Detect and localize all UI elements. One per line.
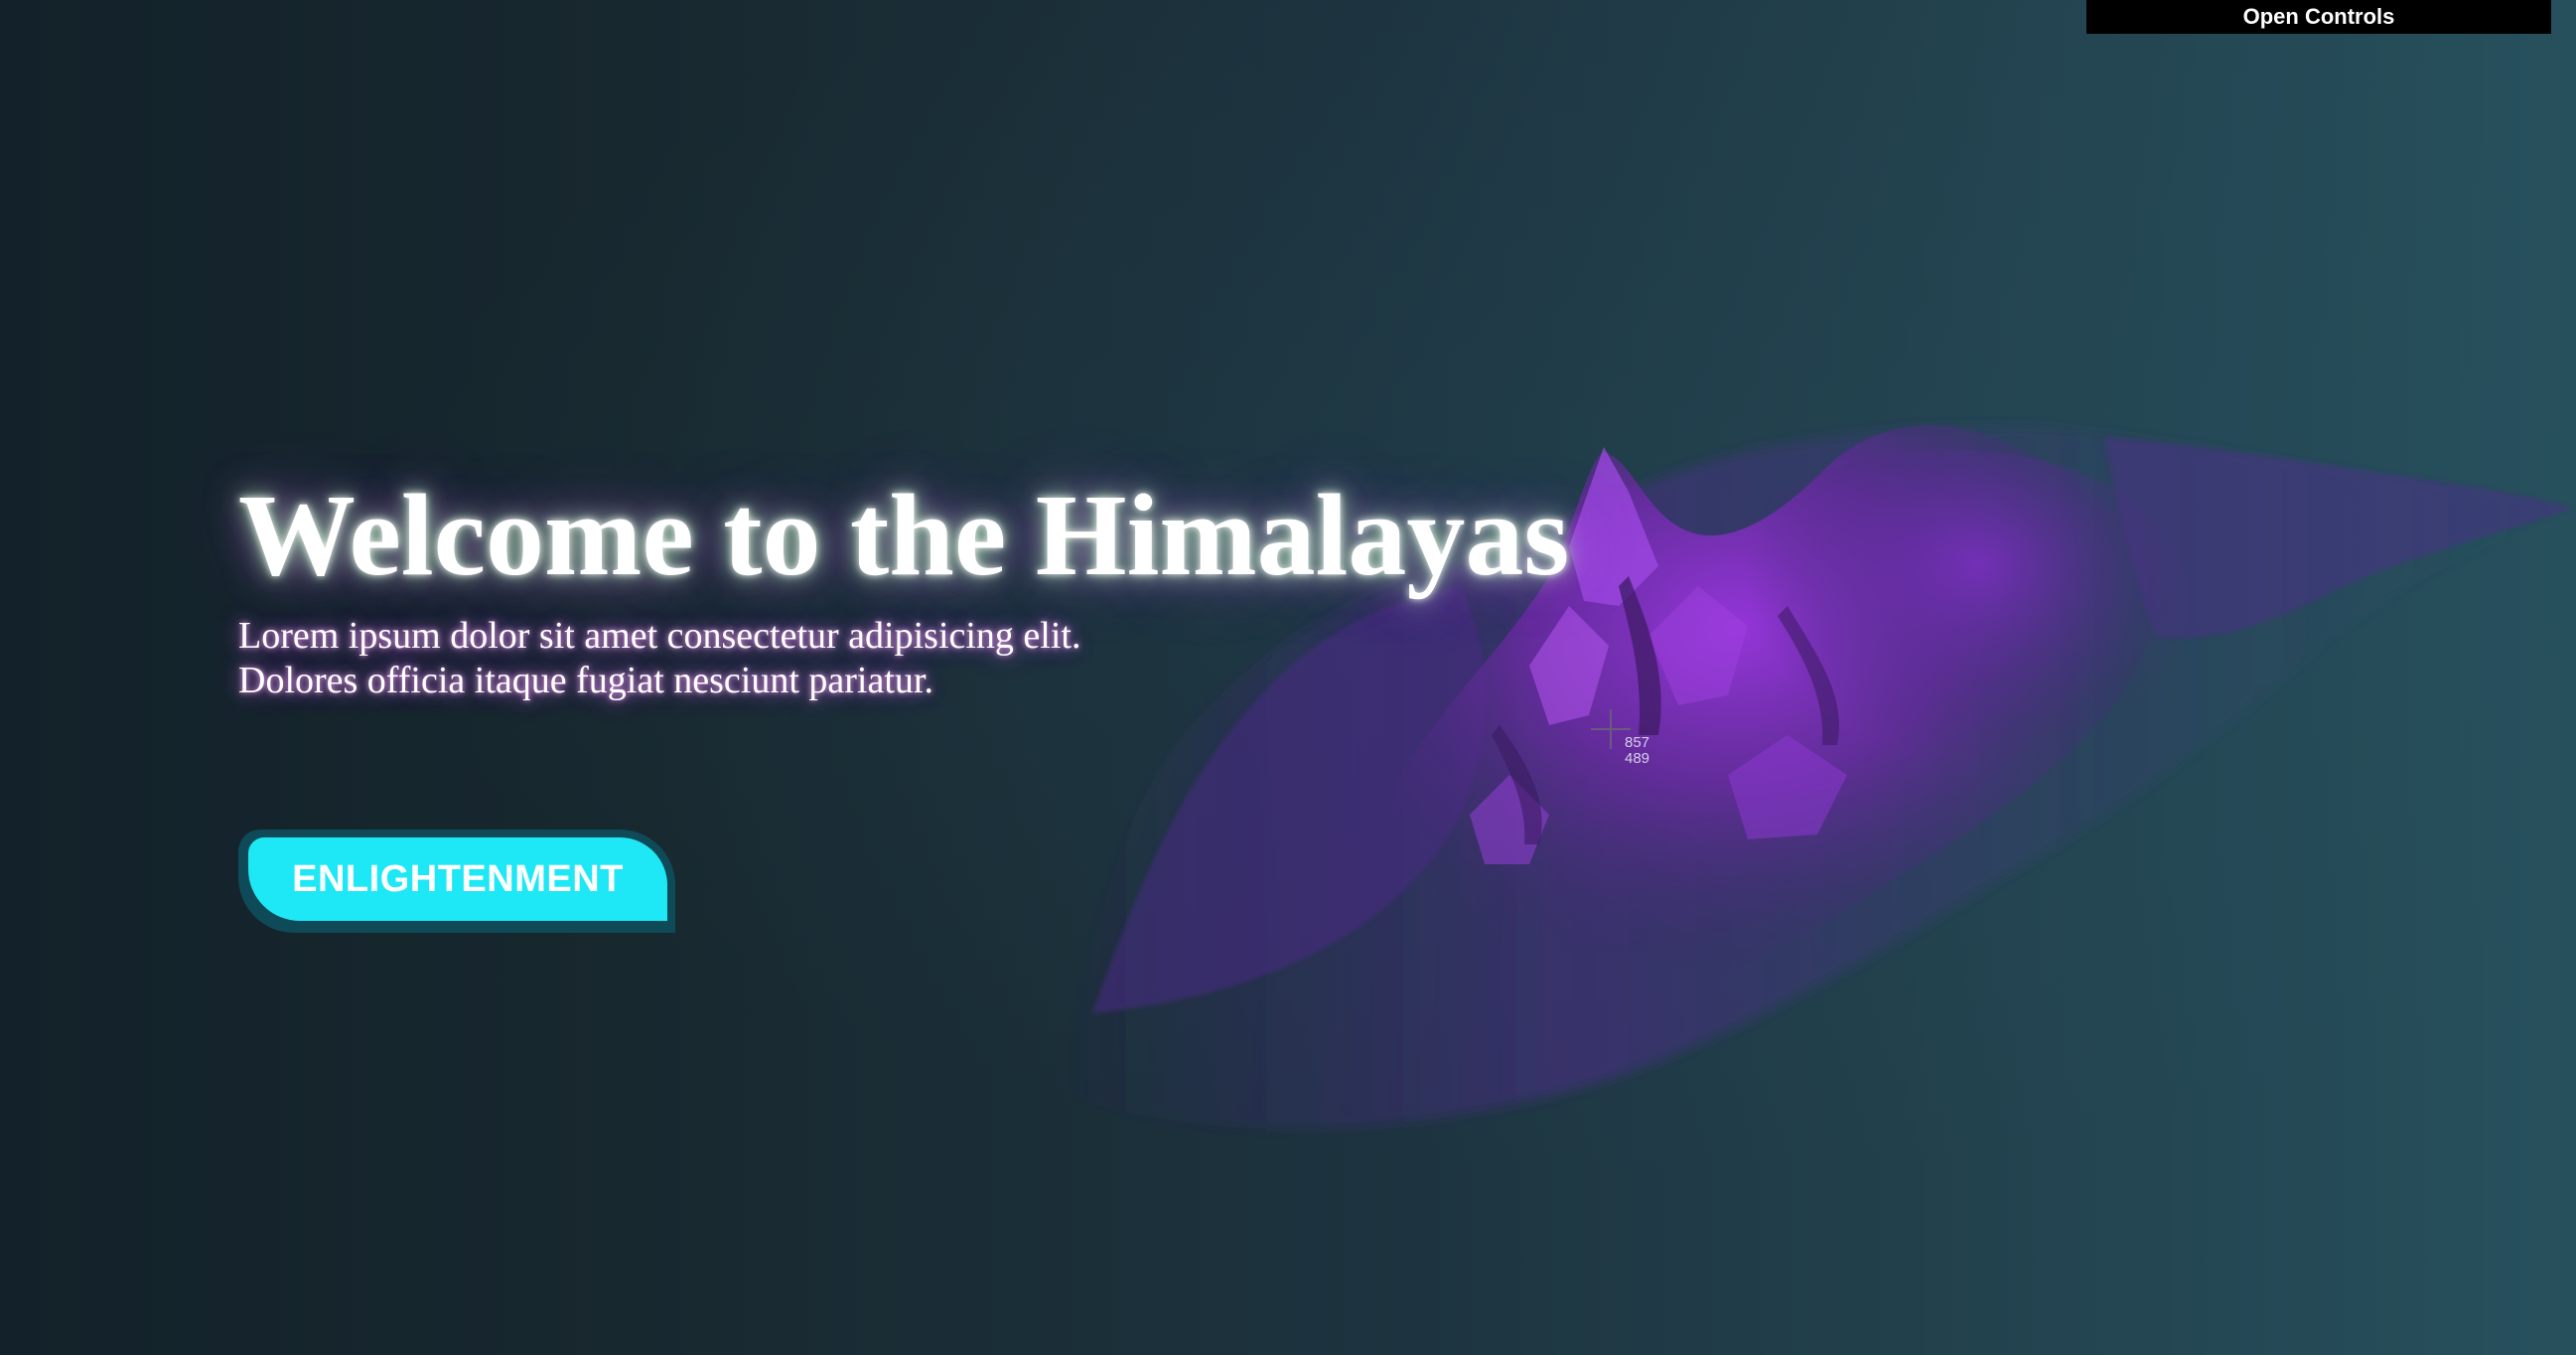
enlightenment-button-face[interactable]: ENLIGHTENMENT	[248, 837, 667, 921]
hero-subtitle-line-2: Dolores officia itaque fugiat nesciunt p…	[238, 660, 933, 701]
enlightenment-button[interactable]: ENLIGHTENMENT	[238, 829, 675, 933]
cursor-coordinates: 857 489	[1625, 735, 1649, 767]
hero-subtitle-line-1: Lorem ipsum dolor sit amet consectetur a…	[238, 615, 1081, 657]
hero-section: Welcome to the Himalayas Lorem ipsum dol…	[238, 477, 1569, 703]
open-controls-label: Open Controls	[2242, 4, 2395, 29]
hero-title: Welcome to the Himalayas	[238, 470, 1570, 600]
enlightenment-button-label: ENLIGHTENMENT	[292, 857, 624, 900]
cursor-x: 857	[1625, 734, 1650, 751]
open-controls-button[interactable]: Open Controls	[2086, 0, 2551, 34]
hero-subtitle: Lorem ipsum dolor sit amet consectetur a…	[238, 614, 1569, 703]
cursor-y: 489	[1625, 750, 1650, 767]
